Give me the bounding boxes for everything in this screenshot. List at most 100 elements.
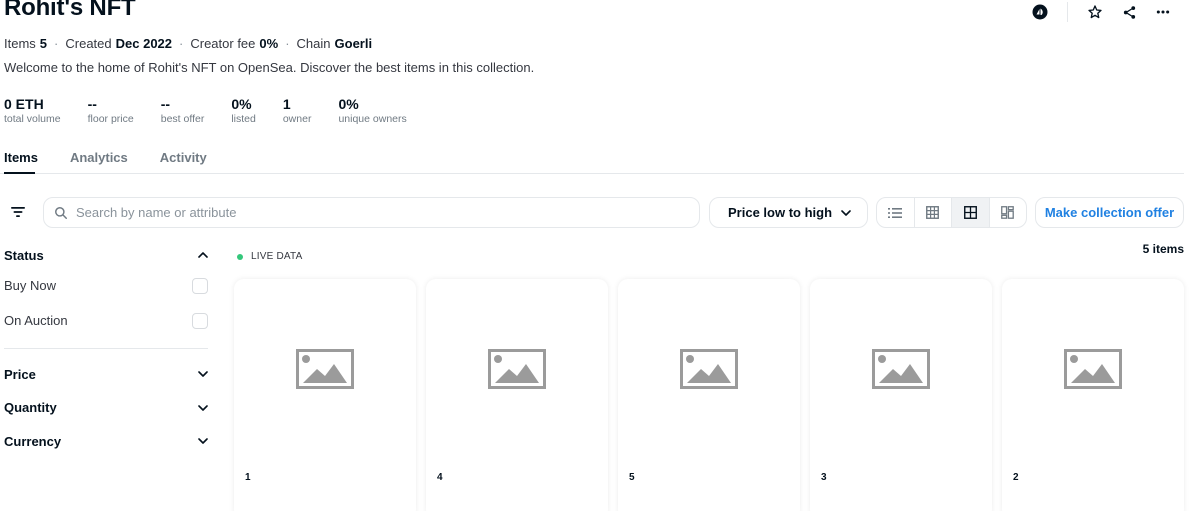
image-placeholder-icon <box>296 349 354 389</box>
buy-now-checkbox[interactable] <box>192 277 208 294</box>
filter-sidebar: Status Buy Now On Auction Price Quantity <box>4 242 208 458</box>
quantity-section-label: Quantity <box>4 400 57 415</box>
chevron-down-icon <box>198 404 208 411</box>
dense-grid-view-button[interactable] <box>915 198 952 227</box>
item-card[interactable]: 2 <box>1002 279 1184 511</box>
sort-value: Price low to high <box>728 205 833 220</box>
collection-page: Rohit's NFT Items 5 · Created Dec 2022 ·… <box>0 0 1200 511</box>
stat-value: 0% <box>338 96 359 112</box>
stat-floor-price[interactable]: -- floor price <box>88 96 134 126</box>
currency-section-label: Currency <box>4 433 62 449</box>
collection-title: Rohit's NFT <box>4 0 136 21</box>
meta-separator: · <box>54 36 59 51</box>
collection-description: Welcome to the home of Rohit's NFT on Op… <box>4 60 535 75</box>
item-name: 4 <box>437 472 443 483</box>
header-divider <box>1067 2 1068 22</box>
star-icon <box>1088 5 1102 19</box>
live-data-indicator: LIVE DATA <box>237 251 302 262</box>
meta-items-label: Items <box>4 36 36 51</box>
make-collection-offer-button[interactable]: Make collection offer <box>1035 197 1184 228</box>
stat-label: unique owners <box>338 113 407 125</box>
meta-items-value: 5 <box>39 36 48 51</box>
item-name: 1 <box>245 472 251 483</box>
share-button[interactable] <box>1112 2 1146 22</box>
item-card[interactable]: 5 <box>618 279 800 511</box>
item-card[interactable]: 1 <box>234 279 416 511</box>
collection-meta: Items 5 · Created Dec 2022 · Creator fee… <box>4 36 372 51</box>
item-name: 5 <box>629 472 635 483</box>
grid-view-button[interactable] <box>952 198 990 227</box>
image-placeholder-icon <box>872 349 930 389</box>
grid-icon <box>963 206 977 219</box>
image-placeholder-icon <box>680 349 738 389</box>
opensea-pro-icon <box>1032 4 1048 20</box>
stat-label: owner <box>282 113 312 125</box>
stat-value: 1 <box>282 96 291 112</box>
stat-owner[interactable]: 1 owner <box>283 96 312 126</box>
search-input[interactable] <box>76 205 676 220</box>
live-dot-icon <box>237 253 243 260</box>
mosaic-icon <box>1001 206 1015 219</box>
item-card[interactable]: 3 <box>810 279 992 511</box>
mosaic-view-button[interactable] <box>990 198 1027 227</box>
tab-analytics[interactable]: Analytics <box>70 150 156 173</box>
more-button[interactable] <box>1146 2 1180 22</box>
collection-stats: 0 ETH total volume -- floor price -- bes… <box>4 96 434 126</box>
view-mode-toggle <box>876 197 1027 228</box>
meta-fee-label: Creator fee <box>190 36 256 51</box>
sort-dropdown[interactable]: Price low to high <box>709 197 868 228</box>
meta-chain-value: Goerli <box>334 36 373 51</box>
header-actions <box>1023 2 1180 22</box>
chevron-down-icon <box>198 438 208 444</box>
opensea-pro-button[interactable] <box>1023 2 1057 22</box>
item-count: 5 items <box>1142 242 1184 256</box>
item-name: 2 <box>1013 472 1019 483</box>
tab-activity[interactable]: Activity <box>160 150 235 173</box>
meta-chain-label: Chain <box>296 36 331 51</box>
stat-total-volume[interactable]: 0 ETH total volume <box>4 96 61 126</box>
live-data-label: LIVE DATA <box>251 251 303 262</box>
stat-value: 0% <box>231 96 252 112</box>
stat-value: -- <box>160 96 171 112</box>
meta-created-label: Created <box>65 36 112 51</box>
stat-listed[interactable]: 0% listed <box>231 96 256 126</box>
items-grid: 1 4 5 3 2 <box>234 279 1184 511</box>
option-label: On Auction <box>4 313 68 328</box>
collection-tabs: Items Analytics Activity <box>0 150 1184 174</box>
list-view-icon <box>888 207 903 218</box>
status-option-buy-now[interactable]: Buy Now <box>4 268 208 303</box>
item-name: 3 <box>821 472 827 483</box>
meta-separator: · <box>285 36 290 51</box>
stat-unique-owners[interactable]: 0% unique owners <box>338 96 406 126</box>
list-view-button[interactable] <box>877 198 915 227</box>
currency-section-header[interactable]: Currency <box>4 424 208 458</box>
on-auction-checkbox[interactable] <box>192 312 208 329</box>
item-card[interactable]: 4 <box>426 279 608 511</box>
chevron-down-icon <box>198 371 208 377</box>
meta-fee-value: 0% <box>259 36 279 51</box>
stat-value: -- <box>87 96 97 112</box>
search-bar <box>43 197 700 228</box>
price-section-label: Price <box>4 366 36 382</box>
more-icon <box>1156 10 1170 14</box>
filter-icon <box>11 207 25 217</box>
chevron-up-icon <box>198 252 208 258</box>
search-icon <box>55 206 67 219</box>
large-grid-icon <box>926 206 940 219</box>
share-icon <box>1123 5 1135 19</box>
filter-toggle-button[interactable] <box>8 203 28 221</box>
status-section-header[interactable]: Status <box>4 242 208 268</box>
status-section-label: Status <box>4 247 44 263</box>
stat-best-offer[interactable]: -- best offer <box>161 96 205 126</box>
status-option-on-auction[interactable]: On Auction <box>4 303 208 338</box>
price-section-header[interactable]: Price <box>4 357 208 391</box>
meta-separator: · <box>179 36 184 51</box>
favorite-button[interactable] <box>1078 2 1112 22</box>
image-placeholder-icon <box>1064 349 1122 389</box>
quantity-section-header[interactable]: Quantity <box>4 391 208 424</box>
tab-items[interactable]: Items <box>4 150 66 174</box>
sidebar-divider <box>4 348 208 349</box>
chevron-down-icon <box>841 209 851 216</box>
stat-value: 0 ETH <box>4 96 44 112</box>
image-placeholder-icon <box>488 349 546 389</box>
